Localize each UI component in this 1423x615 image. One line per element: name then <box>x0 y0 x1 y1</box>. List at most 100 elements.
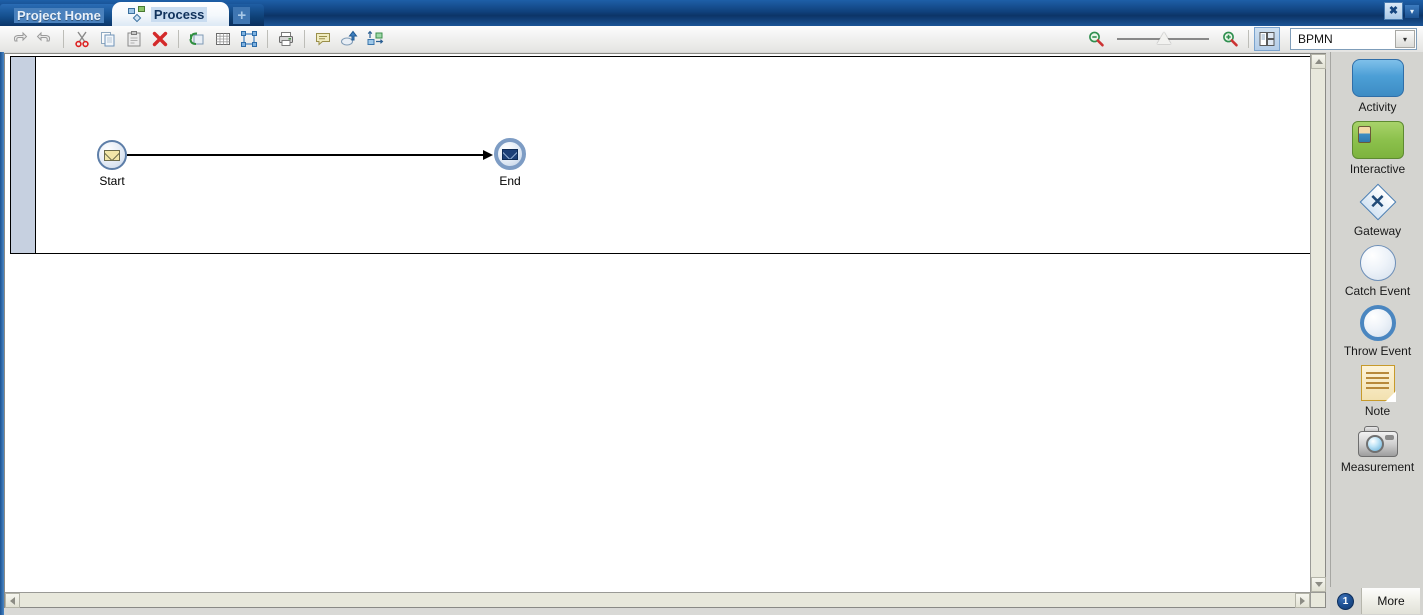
toolbar-separator <box>1248 30 1249 48</box>
magnifier-minus-icon <box>1089 31 1104 47</box>
triangle-down-icon <box>1314 582 1323 587</box>
refresh-arrows-icon <box>189 32 204 45</box>
tab-project-home[interactable]: Project Home <box>0 4 120 26</box>
thin-circle-icon <box>1359 245 1396 281</box>
status-badge[interactable]: 1 <box>1337 592 1354 610</box>
palette-item-gateway[interactable]: ✕ Gateway <box>1331 176 1423 238</box>
palette-item-activity-label: Activity <box>1358 100 1397 114</box>
sequence-flow-arrowhead <box>483 150 493 160</box>
palette-item-throw-event-label: Throw Event <box>1343 344 1412 358</box>
tab-new-label: + <box>233 6 251 24</box>
print-button[interactable] <box>273 27 299 51</box>
palette-item-catch-event[interactable]: Catch Event <box>1331 238 1423 298</box>
note-paper-icon <box>1360 365 1396 402</box>
palette-item-interactive[interactable]: Interactive <box>1331 114 1423 176</box>
publish-button[interactable] <box>336 27 362 51</box>
chevron-down-icon[interactable]: ▾ <box>1405 4 1419 18</box>
notation-select-value: BPMN <box>1298 32 1333 46</box>
triangle-right-icon <box>1300 596 1305 605</box>
align-button[interactable] <box>362 27 388 51</box>
redo-button[interactable] <box>32 27 58 51</box>
refresh-button[interactable] <box>184 27 210 51</box>
diamond-x-icon: ✕ <box>1359 183 1397 221</box>
copy-button[interactable] <box>95 27 121 51</box>
speech-bubble-icon <box>316 33 330 46</box>
message-start-event-shape[interactable] <box>97 140 127 170</box>
zoom-in-button[interactable] <box>1217 27 1243 51</box>
red-x-icon <box>152 31 168 47</box>
printer-icon <box>279 32 293 46</box>
more-button[interactable]: More <box>1361 588 1420 614</box>
palette-item-note[interactable]: Note <box>1331 358 1423 418</box>
chevron-down-icon[interactable]: ▾ <box>1395 30 1415 48</box>
clipboard-icon <box>127 31 141 47</box>
horizontal-scrollbar[interactable] <box>5 592 1310 608</box>
diagram-canvas[interactable]: Start End <box>5 54 1310 592</box>
zoom-slider-thumb[interactable] <box>1157 32 1171 44</box>
envelope-dark-icon <box>502 148 518 160</box>
palette-item-note-label: Note <box>1364 404 1391 418</box>
scroll-up-button[interactable] <box>1311 54 1326 69</box>
toolbar-right-group: BPMN ▾ <box>1083 26 1417 52</box>
sequence-flow[interactable] <box>127 154 485 156</box>
magnifier-plus-icon <box>1223 31 1238 47</box>
tab-project-home-label: Project Home <box>14 7 104 23</box>
tab-process-label: Process <box>150 6 208 22</box>
cut-button[interactable] <box>69 27 95 51</box>
zoom-slider[interactable] <box>1117 29 1209 49</box>
scroll-down-button[interactable] <box>1311 577 1326 592</box>
camera-icon <box>1357 425 1398 457</box>
toolbar-left-group <box>0 27 388 51</box>
notation-select[interactable]: BPMN ▾ <box>1290 28 1417 50</box>
undo-button[interactable] <box>6 27 32 51</box>
node-end-label: End <box>499 174 521 188</box>
upload-arrow-icon <box>341 30 358 46</box>
grid-button[interactable] <box>210 27 236 51</box>
tab-process[interactable]: Process <box>111 2 230 26</box>
palette-item-catch-event-label: Catch Event <box>1344 284 1411 298</box>
panel-layout-toggle-button[interactable] <box>1254 27 1280 51</box>
envelope-light-icon <box>104 149 120 161</box>
vertical-scrollbar[interactable] <box>1310 54 1326 592</box>
palette-status-bar: 1 More <box>1330 587 1423 615</box>
copy-icon <box>101 32 115 47</box>
scroll-right-button[interactable] <box>1295 593 1310 608</box>
panel-layout-icon <box>1259 32 1275 46</box>
node-end[interactable]: End <box>494 138 526 188</box>
shape-palette: Activity Interactive ✕ Gateway Catch Eve… <box>1330 52 1423 615</box>
triangle-left-icon <box>10 596 15 605</box>
scrollbar-corner <box>1310 592 1325 607</box>
toolbar-separator <box>178 30 179 48</box>
scroll-left-button[interactable] <box>5 593 20 608</box>
scissors-icon <box>75 31 89 48</box>
delete-button[interactable] <box>147 27 173 51</box>
palette-item-measurement[interactable]: Measurement <box>1331 418 1423 474</box>
toolbar-separator <box>304 30 305 48</box>
palette-item-interactive-label: Interactive <box>1349 162 1406 176</box>
comment-button[interactable] <box>310 27 336 51</box>
diagram-editor: Start End <box>4 53 1326 608</box>
close-icon[interactable]: ✖ <box>1384 2 1403 20</box>
toolbar: BPMN ▾ <box>0 26 1423 53</box>
work-area: Start End Activity Interactive ✕ Gateway… <box>0 52 1423 615</box>
process-diagram-icon <box>127 6 146 23</box>
title-bar: Project Home Process + ✖ ▾ <box>0 0 1423 26</box>
palette-item-throw-event[interactable]: Throw Event <box>1331 298 1423 358</box>
zoom-out-button[interactable] <box>1083 27 1109 51</box>
align-resize-icon <box>367 30 384 45</box>
toolbar-separator <box>63 30 64 48</box>
palette-item-activity[interactable]: Activity <box>1331 52 1423 114</box>
paste-button[interactable] <box>121 27 147 51</box>
message-end-event-shape[interactable] <box>494 138 526 170</box>
rounded-rect-blue-icon <box>1351 59 1404 97</box>
toolbar-separator <box>267 30 268 48</box>
pool-header-band[interactable] <box>11 57 36 253</box>
node-start[interactable]: Start <box>97 140 127 188</box>
thick-circle-icon <box>1359 305 1396 341</box>
selection-handles-icon <box>241 31 257 47</box>
fit-selection-button[interactable] <box>236 27 262 51</box>
undo-icon <box>13 31 28 42</box>
tab-strip: Project Home Process + <box>0 0 265 26</box>
window-controls: ✖ ▾ <box>1384 2 1419 20</box>
palette-item-measurement-label: Measurement <box>1340 460 1415 474</box>
